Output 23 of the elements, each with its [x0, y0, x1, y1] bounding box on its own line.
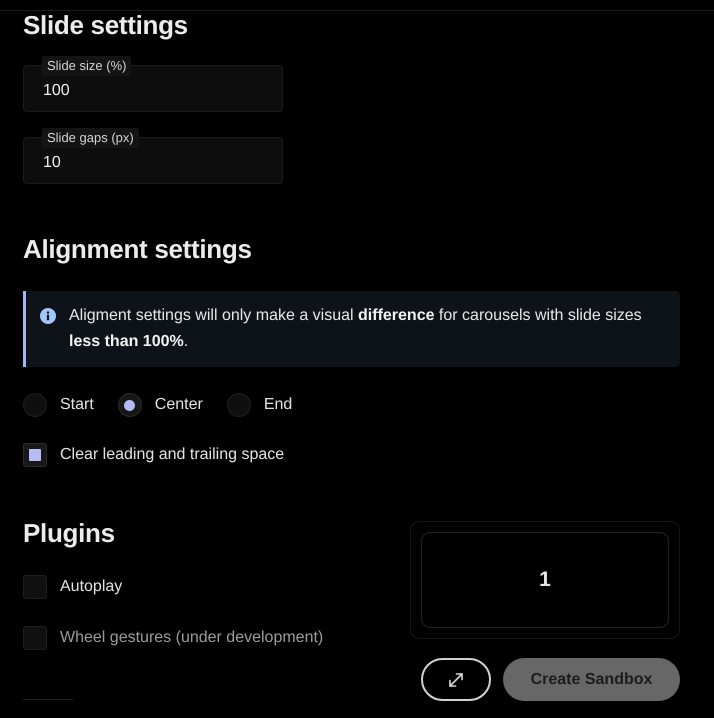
- checkbox[interactable]: [23, 575, 47, 599]
- field-label: Slide gaps (px): [42, 128, 139, 148]
- section-heading: Plugins: [23, 519, 115, 547]
- slide: 1: [421, 532, 669, 628]
- radio-label: Start: [60, 395, 94, 415]
- info-icon: [40, 308, 56, 324]
- radio-button[interactable]: [23, 393, 47, 417]
- radio-label: End: [264, 395, 292, 415]
- checkbox-label: Autoplay: [60, 577, 122, 597]
- field-label: Slide size (%): [42, 56, 132, 76]
- radio-button[interactable]: [226, 393, 251, 417]
- radio-button[interactable]: [118, 393, 142, 417]
- checkbox[interactable]: [23, 443, 47, 467]
- section-heading: Slide settings: [23, 11, 188, 39]
- note-text: Aligment settings will only make a visual difference for carousels with slide sizes less than 100%.: [69, 306, 643, 352]
- section-heading: Alignment settings: [23, 235, 252, 263]
- checkbox-label: Wheel gestures (under development): [60, 628, 324, 648]
- text-field[interactable]: Slide gaps (px) 10: [23, 128, 283, 184]
- checkbox-label: Clear leading and trailing space: [60, 445, 284, 465]
- expand-button[interactable]: [421, 658, 491, 701]
- diagonal-arrows-icon: [448, 672, 464, 688]
- radio-label: Center: [154, 395, 203, 415]
- text-field[interactable]: Slide size (%) 100: [23, 56, 283, 112]
